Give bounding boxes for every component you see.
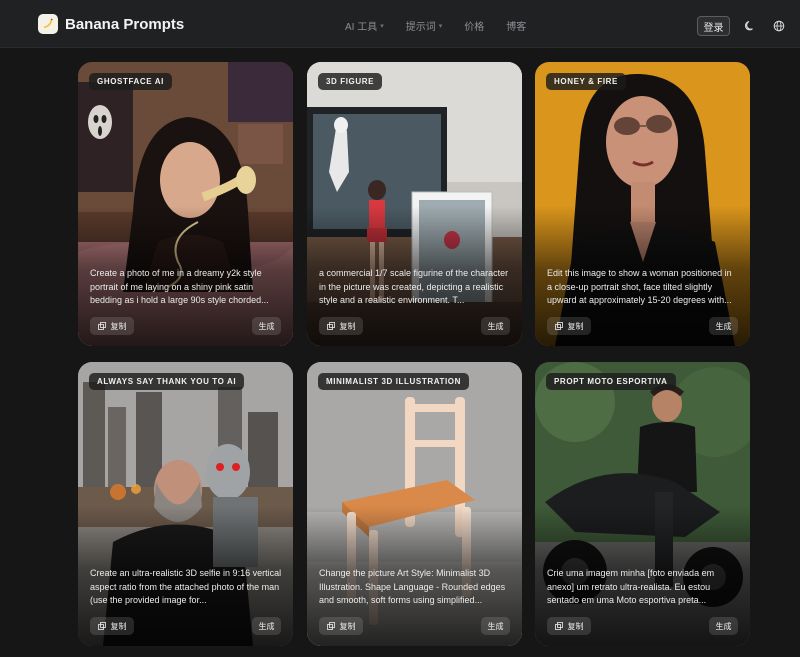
prompt-card[interactable]: ALWAYS SAY THANK YOU TO AI Create an ult… [78,362,293,646]
copy-label: 复制 [339,321,356,331]
generate-button[interactable]: 生成 [252,617,281,635]
prompt-card[interactable]: PROPT MOTO ESPORTIVA Crie uma imagem min… [535,362,750,646]
copy-button[interactable]: 复制 [547,317,591,335]
prompt-card[interactable]: GHOSTFACE AI Create a photo of me in a d… [78,62,293,346]
copy-label: 复制 [110,621,127,631]
copy-icon [326,322,335,330]
card-prompt-text: Create an ultra-realistic 3D selfie in 9… [90,568,282,605]
generate-button[interactable]: 生成 [252,317,281,335]
copy-label: 复制 [339,621,356,631]
chevron-down-icon: ▾ [438,22,443,30]
generate-button[interactable]: 生成 [709,617,738,635]
chevron-down-icon: ▾ [380,22,384,30]
brand-name: Banana Prompts [65,15,185,33]
nav-ai-tools[interactable]: AI 工具 ▾ [345,18,384,33]
moon-icon[interactable] [744,19,756,31]
copy-label: 复制 [567,621,584,631]
brand[interactable]: Banana Prompts [38,14,184,34]
copy-button[interactable]: 复制 [319,617,363,635]
main-nav: AI 工具 ▾ 提示词 ▾ 价格 博客 [345,18,526,33]
nav-blog-label: 博客 [506,22,527,33]
prompt-card[interactable]: HONEY & FIRE Edit this image to show a w… [535,62,750,346]
generate-button[interactable]: 生成 [481,617,510,635]
copy-icon [97,322,106,330]
nav-prompts-label: 提示词 [405,22,436,33]
copy-icon [97,622,106,630]
card-tag: 3D FIGURE [318,73,383,90]
copy-icon [554,322,563,330]
copy-button[interactable]: 复制 [90,617,134,635]
globe-icon[interactable] [773,19,785,32]
card-prompt-text: Change the picture Art Style: Minimalist… [319,568,506,605]
copy-button[interactable]: 复制 [547,617,591,635]
nav-pricing[interactable]: 价格 [464,18,484,33]
card-prompt-text: Crie uma imagem minha [foto enviada em a… [547,568,715,605]
card-tag: HONEY & FIRE [546,73,626,90]
card-prompt-text: Edit this image to show a woman position… [547,268,732,305]
generate-button[interactable]: 生成 [709,317,738,335]
copy-label: 复制 [567,321,584,331]
banana-logo-icon [38,14,58,34]
card-tag: PROPT MOTO ESPORTIVA [546,373,676,390]
copy-icon [554,622,563,630]
top-navigation-bar: Banana Prompts AI 工具 ▾ 提示词 ▾ 价格 博客 登录 [0,0,800,48]
card-tag: GHOSTFACE AI [89,73,172,90]
card-tag: MINIMALIST 3D ILLUSTRATION [318,373,469,390]
login-button[interactable]: 登录 [697,16,730,36]
nav-blog[interactable]: 博客 [506,18,526,33]
card-prompt-text: Create a photo of me in a dreamy y2k sty… [90,268,269,305]
prompt-card[interactable]: MINIMALIST 3D ILLUSTRATION Change the pi… [307,362,522,646]
prompt-card[interactable]: 3D FIGURE a commercial 1/7 scale figurin… [307,62,522,346]
nav-pricing-label: 价格 [464,22,485,33]
copy-label: 复制 [110,321,127,331]
card-prompt-text: a commercial 1/7 scale figurine of the c… [319,268,509,305]
generate-button[interactable]: 生成 [481,317,510,335]
nav-ai-tools-label: AI 工具 [345,22,378,33]
card-tag: ALWAYS SAY THANK YOU TO AI [89,373,245,390]
copy-button[interactable]: 复制 [90,317,134,335]
copy-icon [326,622,335,630]
copy-button[interactable]: 复制 [319,317,363,335]
nav-prompts[interactable]: 提示词 ▾ [406,18,443,33]
